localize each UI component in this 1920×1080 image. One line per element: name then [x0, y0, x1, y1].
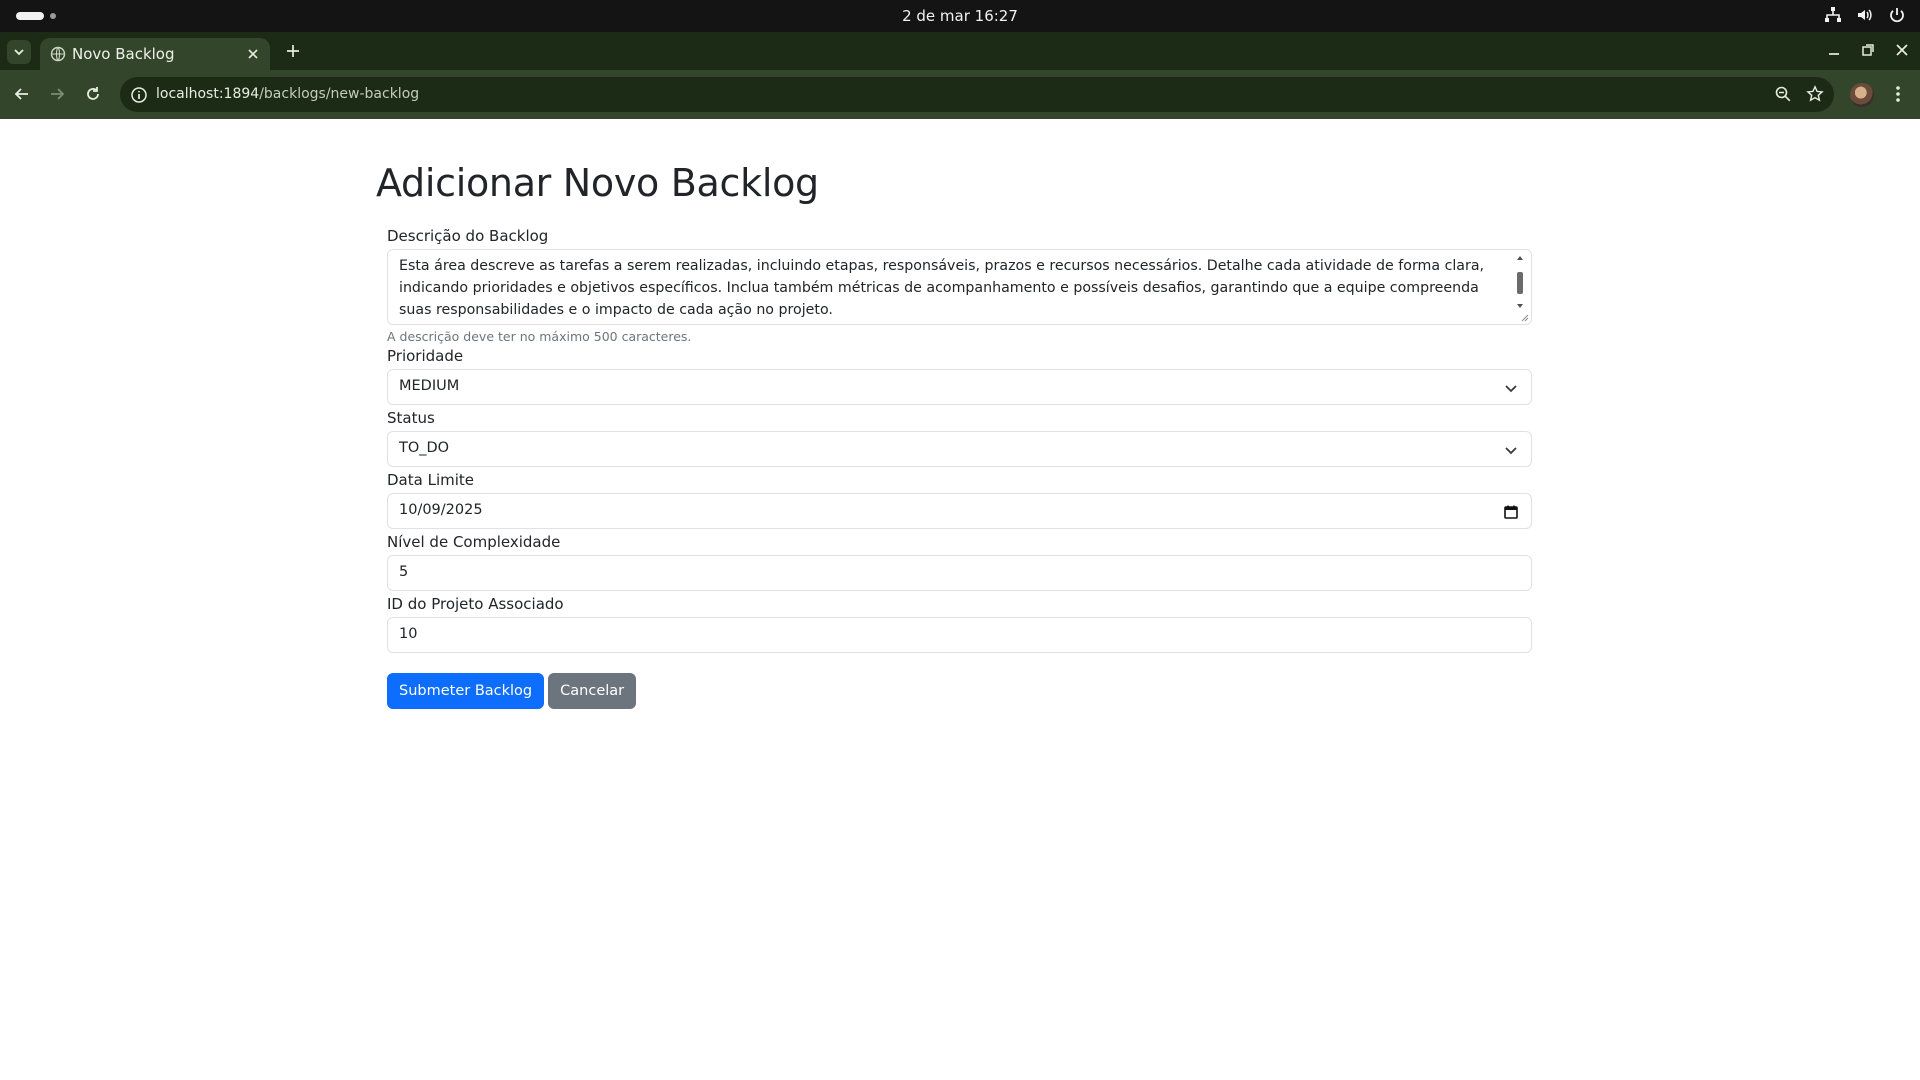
url-host: localhost:1894 [156, 86, 260, 102]
status-group: Status TO_DO [387, 409, 1532, 467]
volume-icon[interactable] [1856, 6, 1874, 24]
due-date-input[interactable]: 10/09/2025 [387, 493, 1532, 529]
tab-title: Novo Backlog [72, 45, 175, 63]
chevron-down-icon [1505, 385, 1517, 393]
page-content: Adicionar Novo Backlog Descrição do Back… [0, 119, 1920, 1080]
browser-tab-active[interactable]: Novo Backlog [40, 38, 270, 70]
tab-search-button[interactable] [7, 40, 31, 64]
url-path: /backlogs/new-backlog [259, 86, 420, 102]
project-id-group: ID do Projeto Associado 10 [387, 595, 1532, 653]
chevron-down-icon [14, 49, 24, 56]
description-group: Descrição do Backlog Esta área descreve … [387, 227, 1532, 344]
address-bar[interactable]: localhost:1894/backlogs/new-backlog [120, 77, 1834, 112]
priority-label: Prioridade [387, 347, 464, 365]
window-controls [1826, 42, 1910, 58]
complexity-group: Nível de Complexidade 5 [387, 533, 1532, 591]
site-info-icon[interactable] [130, 86, 148, 104]
project-id-label: ID do Projeto Associado [387, 595, 564, 613]
forward-arrow-icon[interactable] [47, 84, 67, 104]
os-top-bar: 2 de mar 16:27 [0, 0, 1920, 32]
more-menu-icon[interactable] [1888, 84, 1908, 104]
complexity-value: 5 [399, 564, 409, 580]
textarea-scrollbar[interactable] [1515, 254, 1525, 310]
priority-value: MEDIUM [399, 378, 460, 394]
status-value: TO_DO [399, 440, 450, 456]
calendar-icon[interactable] [1503, 504, 1519, 520]
priority-select[interactable]: MEDIUM [387, 369, 1532, 405]
profile-avatar[interactable] [1850, 83, 1874, 107]
zoom-icon[interactable] [1774, 85, 1792, 103]
power-icon[interactable] [1888, 6, 1906, 24]
due-date-group: Data Limite 10/09/2025 [387, 471, 1532, 529]
omnibox-actions [1774, 85, 1824, 103]
submit-backlog-button[interactable]: Submeter Backlog [387, 673, 545, 709]
browser-tab-strip: Novo Backlog [0, 32, 1920, 70]
project-id-value: 10 [399, 626, 418, 642]
due-date-value: 10/09/2025 [399, 502, 483, 518]
description-label: Descrição do Backlog [387, 227, 549, 245]
url-text[interactable]: localhost:1894/backlogs/new-backlog [156, 86, 419, 102]
back-arrow-icon[interactable] [12, 84, 32, 104]
status-label: Status [387, 409, 435, 427]
project-id-input[interactable]: 10 [387, 617, 1532, 653]
new-tab-icon[interactable] [284, 42, 302, 60]
status-select[interactable]: TO_DO [387, 431, 1532, 467]
restore-icon[interactable] [1860, 42, 1876, 58]
description-text: Esta área descreve as tarefas a serem re… [399, 258, 1485, 318]
minimize-icon[interactable] [1826, 42, 1842, 58]
chevron-down-icon [1505, 447, 1517, 455]
browser-toolbar: localhost:1894/backlogs/new-backlog [0, 70, 1920, 119]
priority-group: Prioridade MEDIUM [387, 347, 1532, 405]
network-icon[interactable] [1824, 6, 1842, 24]
cancel-button[interactable]: Cancelar [548, 673, 637, 709]
globe-icon [50, 46, 66, 62]
form-actions: Submeter Backlog Cancelar [387, 673, 1532, 709]
bookmark-star-icon[interactable] [1806, 85, 1824, 103]
reload-icon[interactable] [83, 84, 103, 104]
os-clock[interactable]: 2 de mar 16:27 [0, 7, 1920, 25]
complexity-input[interactable]: 5 [387, 555, 1532, 591]
close-icon[interactable] [246, 47, 260, 61]
system-tray[interactable] [1824, 6, 1906, 24]
description-help-text: A descrição deve ter no máximo 500 carac… [387, 329, 692, 344]
close-window-icon[interactable] [1894, 42, 1910, 58]
complexity-label: Nível de Complexidade [387, 533, 561, 551]
page-title: Adicionar Novo Backlog [376, 161, 819, 205]
due-date-label: Data Limite [387, 471, 474, 489]
resize-handle-icon[interactable] [1519, 312, 1529, 322]
new-backlog-form: Descrição do Backlog Esta área descreve … [387, 227, 1532, 709]
description-textarea[interactable]: Esta área descreve as tarefas a serem re… [387, 249, 1532, 325]
